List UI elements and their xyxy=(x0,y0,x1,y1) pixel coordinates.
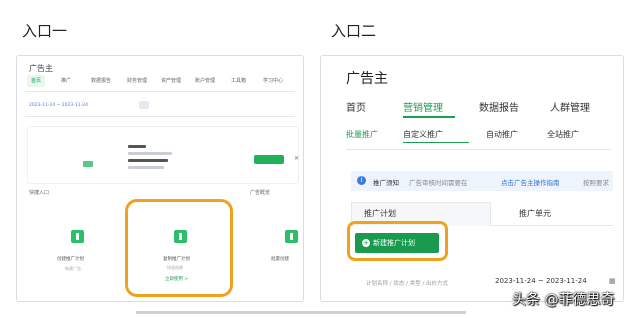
subtab-batch[interactable]: 批量推广 xyxy=(346,129,378,140)
active-tab-underline xyxy=(403,116,455,118)
notice-trail: 按照要求 xyxy=(583,179,609,187)
entry-two-label: 入口二 xyxy=(331,22,377,40)
calendar-icon[interactable]: ▦ xyxy=(609,277,616,285)
tab-account[interactable]: 账户管理 xyxy=(191,75,219,87)
divider xyxy=(346,149,611,150)
notice-banner: i 推广须知 广告审核时间需要在 点击广告主操作指南 按照要求 xyxy=(351,171,613,191)
entry-one-screenshot: 广告主 首页 推广 数据报告 财务管理 资产管理 账户管理 工具箱 学习中心 2… xyxy=(16,55,304,302)
tab-learning[interactable]: 学习中心 xyxy=(259,75,287,87)
create-plan-tile[interactable] xyxy=(57,216,97,256)
active-subtab-underline xyxy=(403,142,469,143)
stat-bars xyxy=(128,145,172,173)
entry-two-screenshot: 广告主 首页 营销管理 数据报告 人群管理 批量推广 自定义推广 自动推广 全站… xyxy=(320,55,624,302)
date-tag xyxy=(139,101,149,109)
quick-entry-heading: 快捷入口 xyxy=(29,190,50,196)
top-nav-tabs: 首页 营销管理 数据报告 人群管理 xyxy=(321,99,623,119)
tab-assets[interactable]: 资产管理 xyxy=(157,75,185,87)
stat-bar xyxy=(128,166,164,169)
info-icon: i xyxy=(357,176,366,185)
subtab-full-site[interactable]: 全站推广 xyxy=(547,129,579,140)
stat-bar xyxy=(128,159,168,162)
document-icon xyxy=(284,229,298,243)
watermark: 头条 @菲德思奇 xyxy=(512,292,615,308)
notice-link[interactable]: 点击广告主操作指南 xyxy=(501,177,560,187)
subtab-custom[interactable]: 自定义推广 xyxy=(403,129,443,140)
stat-bar xyxy=(128,152,172,155)
filter-bar[interactable]: 计划名称 / 状态 / 类型 / 出价方式 xyxy=(366,279,448,287)
tab-promotion[interactable]: 推广 xyxy=(57,75,75,87)
overview-heading: 广告概览 xyxy=(250,190,271,196)
divider xyxy=(25,91,295,92)
top-nav-tabs: 首页 推广 数据报告 财务管理 资产管理 账户管理 工具箱 学习中心 xyxy=(25,75,297,89)
batch-create-tile[interactable] xyxy=(271,216,303,256)
tile-label: 创建推广计划 xyxy=(57,257,84,262)
document-icon xyxy=(70,229,84,243)
scrollbar xyxy=(136,311,466,314)
stat-bar xyxy=(128,145,146,148)
close-icon[interactable]: ✕ xyxy=(294,155,299,162)
tab-units[interactable]: 推广单元 xyxy=(519,208,551,219)
tab-reports[interactable]: 数据报告 xyxy=(479,99,519,114)
date-range[interactable]: 2023-11-24 ~ 2023-11-24 xyxy=(29,103,88,108)
panel-title: 广告主 xyxy=(29,64,53,73)
notice-title: 推广须知 xyxy=(373,179,399,187)
date-range-picker[interactable]: 2023-11-24 ~ 2023-11-24 xyxy=(495,277,587,285)
tile-sub: 新建广告 xyxy=(65,266,81,271)
tab-home[interactable]: 首页 xyxy=(346,99,366,114)
tab-finance[interactable]: 财务管理 xyxy=(123,75,151,87)
highlight-box xyxy=(347,221,448,261)
sub-nav-tabs: 批量推广 自定义推广 自动推广 全站推广 xyxy=(321,129,623,147)
panel-title: 广告主 xyxy=(346,71,388,87)
divider xyxy=(25,116,295,117)
tab-audience[interactable]: 人群管理 xyxy=(550,99,590,114)
tab-reports[interactable]: 数据报告 xyxy=(87,75,115,87)
overview-card: ✕ xyxy=(27,126,299,184)
recharge-button[interactable] xyxy=(254,155,284,164)
notice-text: 广告审核时间需要在 xyxy=(409,179,468,187)
subtab-auto[interactable]: 自动推广 xyxy=(486,129,518,140)
tab-home[interactable]: 首页 xyxy=(27,75,46,87)
entry-one-label: 入口一 xyxy=(22,22,68,40)
tab-tools[interactable]: 工具箱 xyxy=(227,75,250,87)
status-badge xyxy=(83,161,93,167)
tile-label: 批量创建 xyxy=(271,257,289,262)
highlight-box xyxy=(125,199,233,297)
tab-marketing[interactable]: 营销管理 xyxy=(403,99,443,114)
